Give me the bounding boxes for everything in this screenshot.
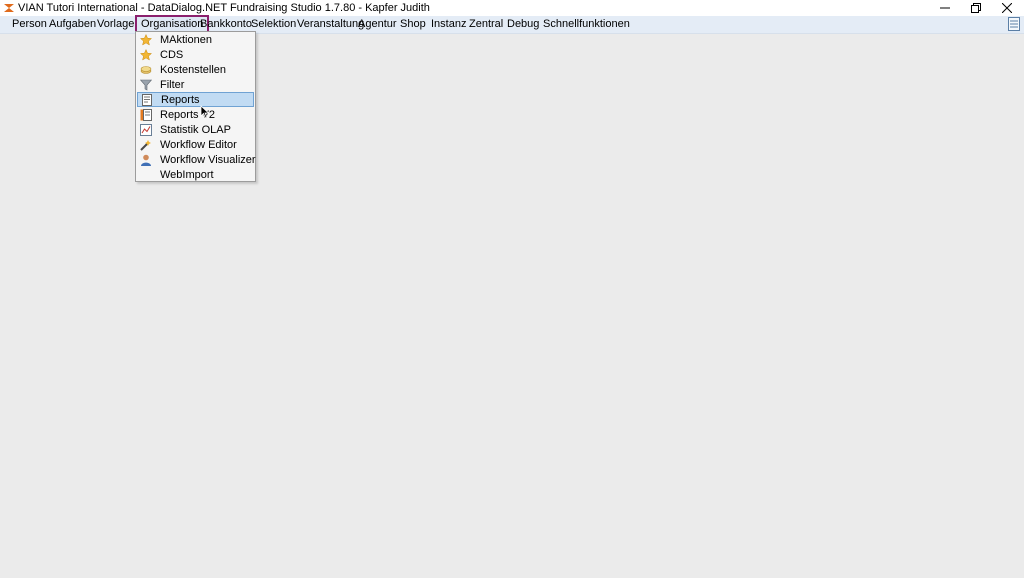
minimize-button[interactable]	[930, 0, 960, 16]
menu-zentral[interactable]: Zentral	[469, 17, 503, 31]
dropdown-item-reports-v2[interactable]: Reports V2	[137, 108, 254, 123]
dropdown-item-label: WebImport	[160, 169, 214, 181]
dropdown-item-webimport[interactable]: WebImport	[137, 168, 254, 183]
coins-icon	[140, 66, 152, 74]
star-icon	[140, 34, 152, 46]
menu-bankkonto[interactable]: Bankkonto	[200, 17, 252, 31]
dropdown-item-label: Workflow Visualizer	[160, 154, 256, 166]
menu-veranstaltung[interactable]: Veranstaltung	[297, 17, 364, 31]
menu-aufgaben[interactable]: Aufgaben	[49, 17, 96, 31]
menu-person[interactable]: Person	[12, 17, 47, 31]
dropdown-item-workflow-visualizer[interactable]: Workflow Visualizer	[137, 153, 256, 168]
menu-agentur[interactable]: Agentur	[358, 17, 397, 31]
close-icon	[1002, 3, 1012, 13]
dropdown-item-reports[interactable]: Reports	[137, 92, 254, 107]
layout-icon[interactable]	[1008, 17, 1020, 31]
user-icon	[141, 154, 151, 166]
menu-vorlagen[interactable]: Vorlagen	[97, 17, 140, 31]
menu-shop[interactable]: Shop	[400, 17, 426, 31]
menu-debug[interactable]: Debug	[507, 17, 539, 31]
app-logo-icon	[4, 4, 14, 12]
title-bar: VIAN Tutori International - DataDialog.N…	[0, 0, 1024, 16]
dropdown-item-label: Reports	[161, 94, 200, 106]
dropdown-item-label: CDS	[160, 49, 184, 61]
report-v2-icon	[140, 109, 152, 121]
chart-icon	[140, 124, 152, 136]
dropdown-item-maktionen[interactable]: MAktionen	[137, 33, 254, 48]
dropdown-item-filter[interactable]: Filter	[137, 78, 254, 93]
star-icon	[140, 49, 152, 61]
dropdown-item-kostenstellen[interactable]: Kostenstellen	[137, 63, 254, 78]
window-title: VIAN Tutori International - DataDialog.N…	[18, 2, 430, 14]
funnel-icon	[140, 79, 152, 91]
dropdown-item-label: MAktionen	[160, 34, 212, 46]
dropdown-item-label: Statistik OLAP	[160, 124, 231, 136]
organisation-dropdown: MAktionen CDS Kostenstellen Filter Repor…	[135, 31, 256, 182]
dropdown-item-label: Kostenstellen	[160, 64, 227, 76]
report-icon	[142, 94, 152, 106]
restore-button[interactable]	[961, 0, 991, 16]
restore-icon	[971, 3, 981, 13]
dropdown-item-statistik-olap[interactable]: Statistik OLAP	[137, 123, 254, 138]
dropdown-item-cds[interactable]: CDS	[137, 48, 254, 63]
menu-instanz[interactable]: Instanz	[431, 17, 466, 31]
dropdown-item-workflow-editor[interactable]: Workflow Editor	[137, 138, 254, 153]
close-button[interactable]	[992, 0, 1022, 16]
minimize-icon	[940, 7, 950, 9]
menu-selektion[interactable]: Selektion	[251, 17, 296, 31]
wand-icon	[140, 140, 151, 151]
dropdown-item-label: Filter	[160, 79, 185, 91]
menu-schnellfunktionen[interactable]: Schnellfunktionen	[543, 17, 630, 31]
dropdown-item-label: Workflow Editor	[160, 139, 237, 151]
mouse-cursor-icon	[200, 105, 210, 119]
